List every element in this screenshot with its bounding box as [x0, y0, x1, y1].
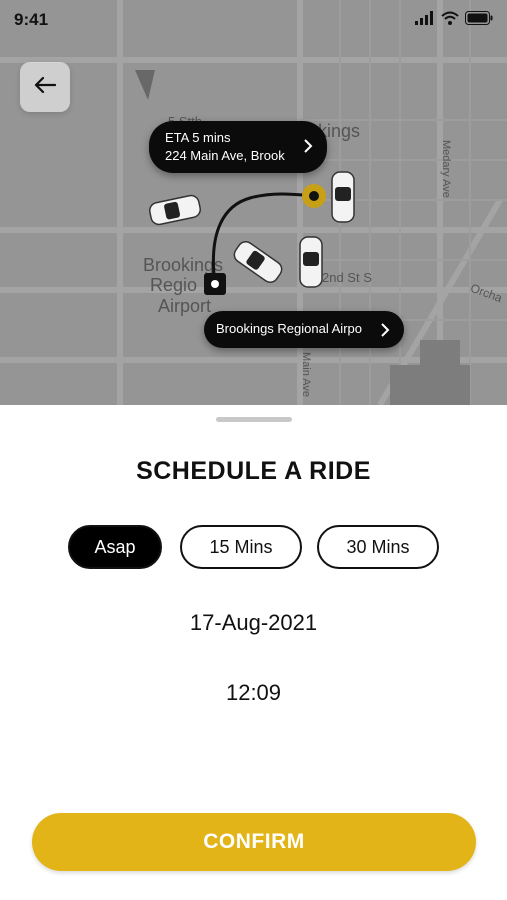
time-picker[interactable]: 12:09 [0, 680, 507, 706]
chevron-right-icon [303, 138, 313, 159]
destination-text: Brookings Regional Airpo [216, 321, 362, 336]
map-view[interactable]: 5 Stth kings Brookings Regio Airport 2nd… [0, 0, 507, 405]
car-icon [233, 241, 283, 283]
eta-text: ETA 5 mins [165, 130, 231, 145]
status-time: 9:41 [14, 10, 49, 29]
option-15-mins-button[interactable]: 15 Mins [180, 525, 302, 569]
destination-pill[interactable]: Brookings Regional Airpo [204, 311, 404, 348]
eta-address: 224 Main Ave, Brook [165, 148, 285, 163]
wifi-icon [441, 11, 459, 30]
status-bar: 9:41 [0, 0, 507, 40]
schedule-sheet: SCHEDULE A RIDE Asap 15 Mins 30 Mins 17-… [0, 405, 507, 900]
arrow-left-icon [34, 76, 57, 99]
car-icon [148, 194, 202, 226]
eta-pill[interactable]: ETA 5 mins 224 Main Ave, Brook [149, 121, 327, 173]
sheet-title: SCHEDULE A RIDE [136, 457, 371, 485]
battery-icon [465, 11, 493, 30]
option-asap-button[interactable]: Asap [68, 525, 162, 569]
confirm-button[interactable]: CONFIRM [32, 813, 476, 871]
back-button[interactable] [20, 62, 70, 112]
chevron-right-icon [380, 322, 390, 343]
sheet-drag-handle[interactable] [216, 417, 292, 422]
signal-icon [415, 11, 435, 30]
car-icon [331, 171, 355, 223]
car-icon [299, 236, 323, 288]
option-30-mins-button[interactable]: 30 Mins [317, 525, 439, 569]
date-picker[interactable]: 17-Aug-2021 [0, 610, 507, 636]
time-options: Asap 15 Mins 30 Mins [0, 525, 507, 569]
